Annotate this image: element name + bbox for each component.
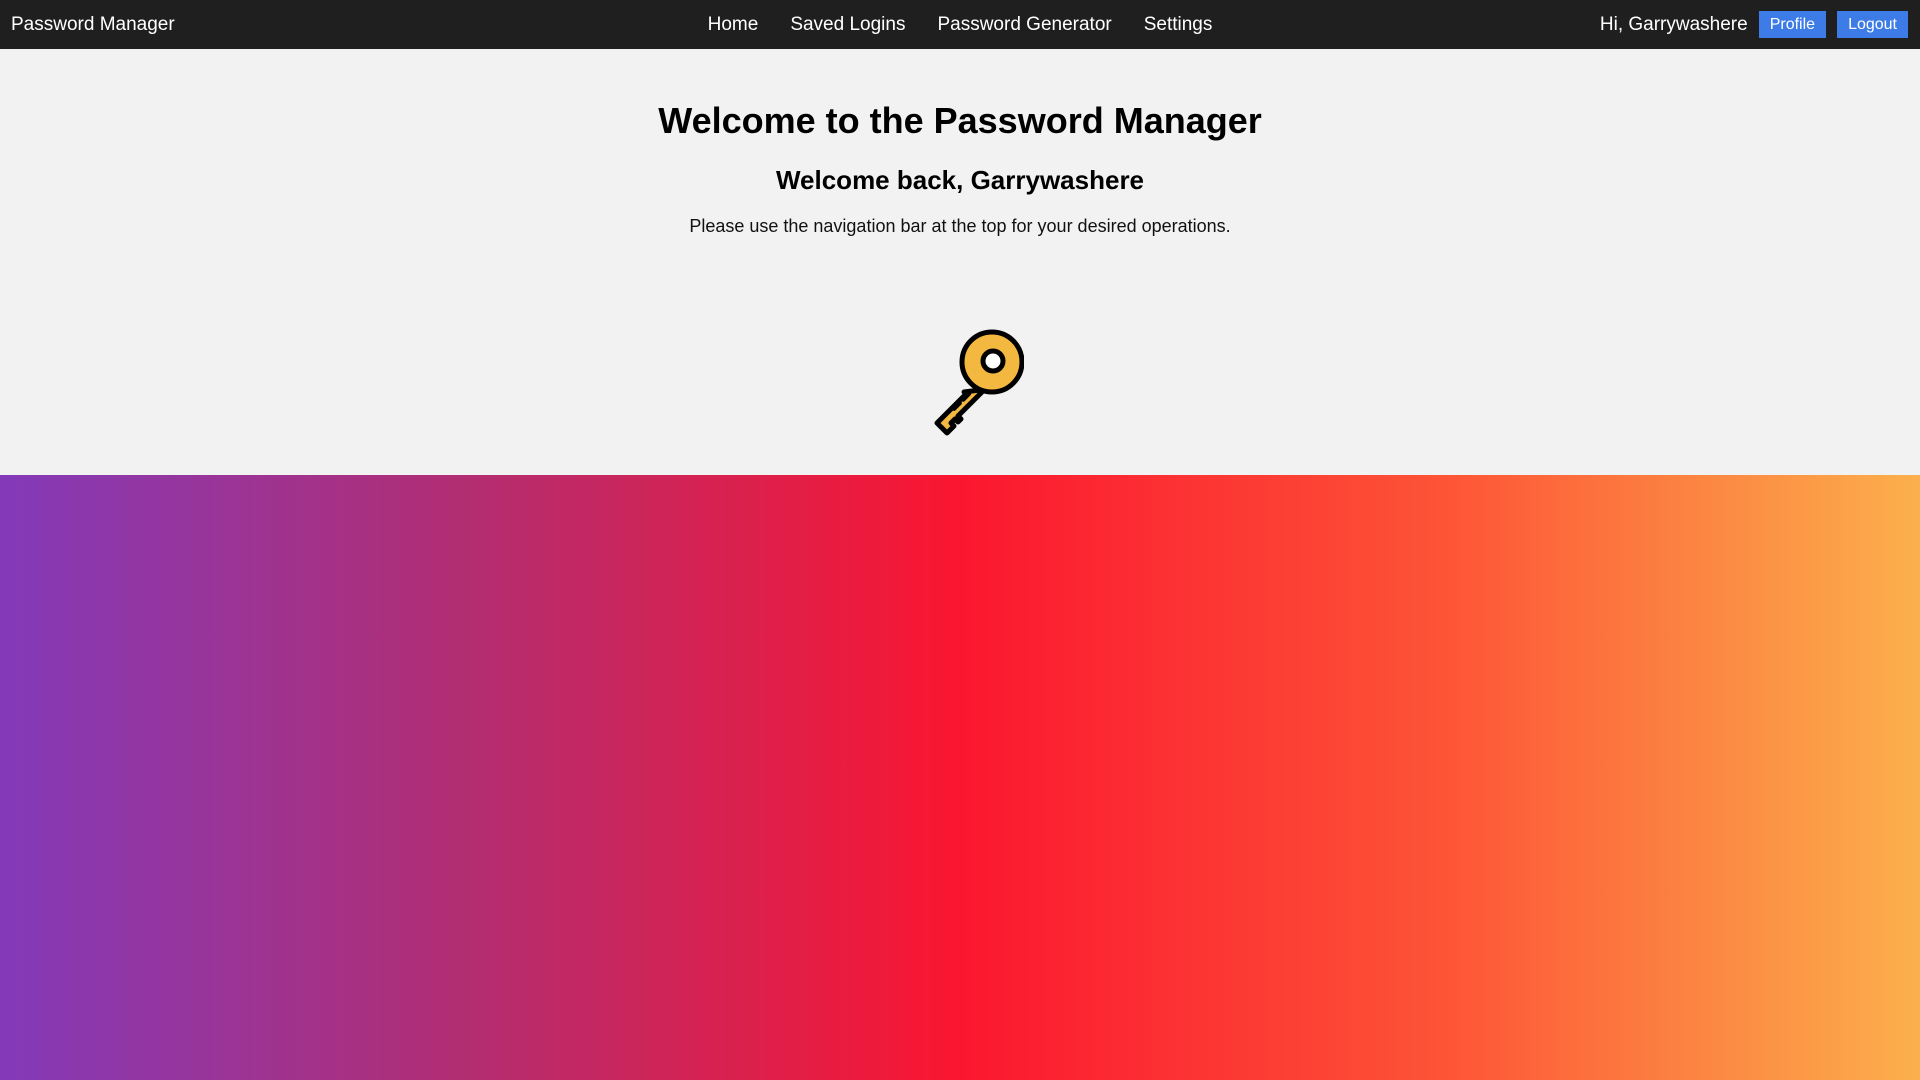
welcome-subtitle: Welcome back, Garrywashere: [775, 165, 1145, 195]
user-area: Hi, Garrywashere Profile Logout: [1600, 0, 1908, 49]
top-navbar: Password Manager Home Saved Logins Passw…: [0, 0, 1920, 49]
nav-link-saved-logins[interactable]: Saved Logins: [790, 14, 905, 36]
welcome-section: Welcome to the Password Manager Welcome …: [0, 49, 1920, 475]
nav-link-password-generator[interactable]: Password Generator: [937, 14, 1111, 36]
page-title: Welcome to the Password Manager: [658, 100, 1262, 141]
instructions-text: Please use the navigation bar at the top…: [689, 216, 1231, 236]
gradient-background: [0, 475, 1920, 1080]
brand-link[interactable]: Password Manager: [11, 0, 175, 49]
profile-button[interactable]: Profile: [1758, 11, 1827, 38]
nav-link-home[interactable]: Home: [708, 14, 759, 36]
logout-button[interactable]: Logout: [1837, 11, 1908, 38]
user-greeting: Hi, Garrywashere: [1599, 13, 1748, 35]
key-icon: [896, 310, 1025, 438]
nav-link-settings[interactable]: Settings: [1144, 14, 1213, 36]
